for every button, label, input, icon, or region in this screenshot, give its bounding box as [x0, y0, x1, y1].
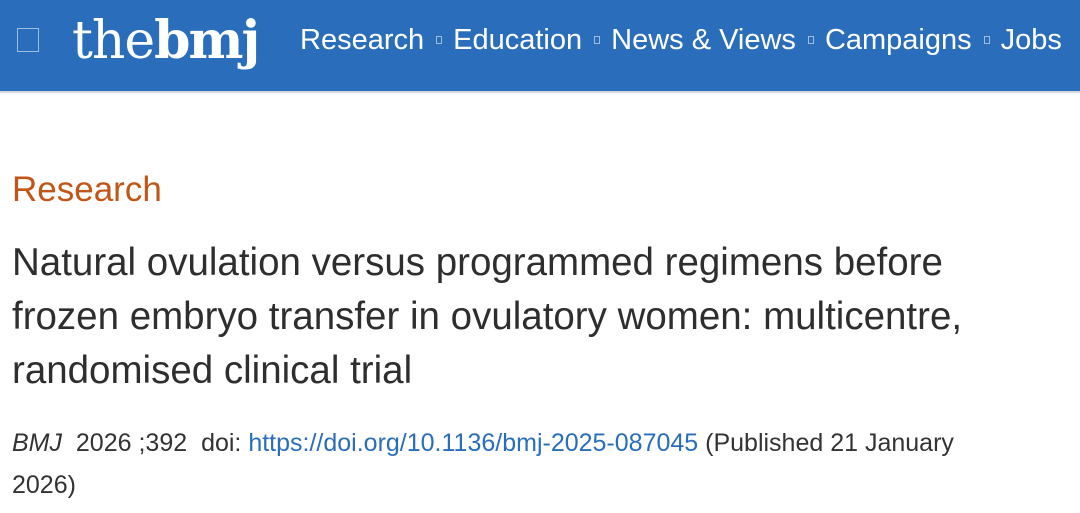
nav-campaigns[interactable]: Campaigns — [825, 20, 972, 60]
citation-published: (Published 21 January — [705, 429, 954, 457]
doi-link[interactable]: https://doi.org/10.1136/bmj-2025-087045 — [248, 429, 698, 457]
logo-the: the — [72, 11, 155, 71]
menu-icon[interactable] — [17, 28, 39, 52]
citation-year: 2026 — [75, 429, 132, 457]
citation-volume: ;392 — [138, 429, 188, 457]
article-title-line: randomised clinical trial — [12, 349, 413, 392]
logo-bmj: bmj — [154, 10, 260, 71]
nav-jobs[interactable]: Jobs — [1001, 20, 1062, 60]
nav-separator-icon — [983, 36, 990, 44]
main-nav: Research Education News & Views Campaign… — [300, 20, 1062, 60]
article-title: Natural ovulation versus programmed regi… — [12, 236, 1067, 398]
citation-published-year: 2026) — [12, 471, 76, 499]
nav-separator-icon — [436, 36, 443, 44]
article-title-line: Natural ovulation versus programmed regi… — [12, 241, 943, 284]
nav-research[interactable]: Research — [300, 20, 424, 60]
citation-journal: BMJ — [12, 429, 62, 457]
site-header: thebmj Research Education News & Views C… — [0, 0, 1080, 93]
citation-line: BMJ 2026 ;392 doi: https://doi.org/10.11… — [12, 422, 1072, 464]
nav-separator-icon — [807, 36, 814, 44]
citation-line: 2026) — [12, 464, 1072, 506]
article-section-label[interactable]: Research — [12, 168, 162, 212]
article-title-line: frozen embryo transfer in ovulatory wome… — [12, 295, 963, 338]
nav-education[interactable]: Education — [453, 20, 582, 60]
nav-news-views[interactable]: News & Views — [611, 20, 796, 60]
citation-doi-label: doi: — [201, 429, 242, 457]
nav-separator-icon — [594, 36, 601, 44]
article-citation: BMJ 2026 ;392 doi: https://doi.org/10.11… — [12, 422, 1072, 506]
bmj-logo[interactable]: thebmj — [72, 2, 260, 80]
